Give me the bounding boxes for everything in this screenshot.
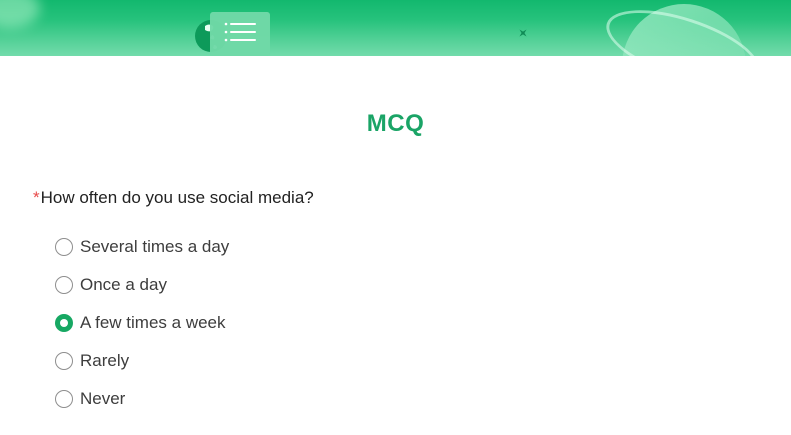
globe-list-icon	[195, 12, 270, 56]
banner-glow	[0, 0, 40, 28]
option-never[interactable]: Never	[55, 380, 229, 418]
answer-options: Several times a day Once a day A few tim…	[55, 228, 229, 418]
radio-button[interactable]	[55, 276, 73, 294]
option-a-few-times-a-week[interactable]: A few times a week	[55, 304, 229, 342]
required-marker: *	[33, 188, 40, 207]
question-text: *How often do you use social media?	[33, 188, 314, 208]
header-banner	[0, 0, 791, 56]
radio-button-selected[interactable]	[55, 314, 73, 332]
option-label: A few times a week	[80, 313, 226, 332]
option-label: Several times a day	[80, 237, 230, 256]
form-title: MCQ	[366, 110, 425, 137]
radio-button[interactable]	[55, 352, 73, 370]
radio-button[interactable]	[55, 238, 73, 256]
option-several-times-a-day[interactable]: Several times a day	[55, 228, 229, 266]
radio-button[interactable]	[55, 390, 73, 408]
option-label: Once a day	[80, 275, 167, 294]
option-once-a-day[interactable]: Once a day	[55, 266, 229, 304]
survey-page: MCQ *How often do you use social media? …	[0, 0, 791, 435]
option-rarely[interactable]: Rarely	[55, 342, 229, 380]
option-label: Never	[80, 389, 126, 408]
sparkle-icon	[519, 29, 527, 37]
question-label: How often do you use social media?	[40, 188, 314, 207]
option-label: Rarely	[80, 351, 130, 370]
